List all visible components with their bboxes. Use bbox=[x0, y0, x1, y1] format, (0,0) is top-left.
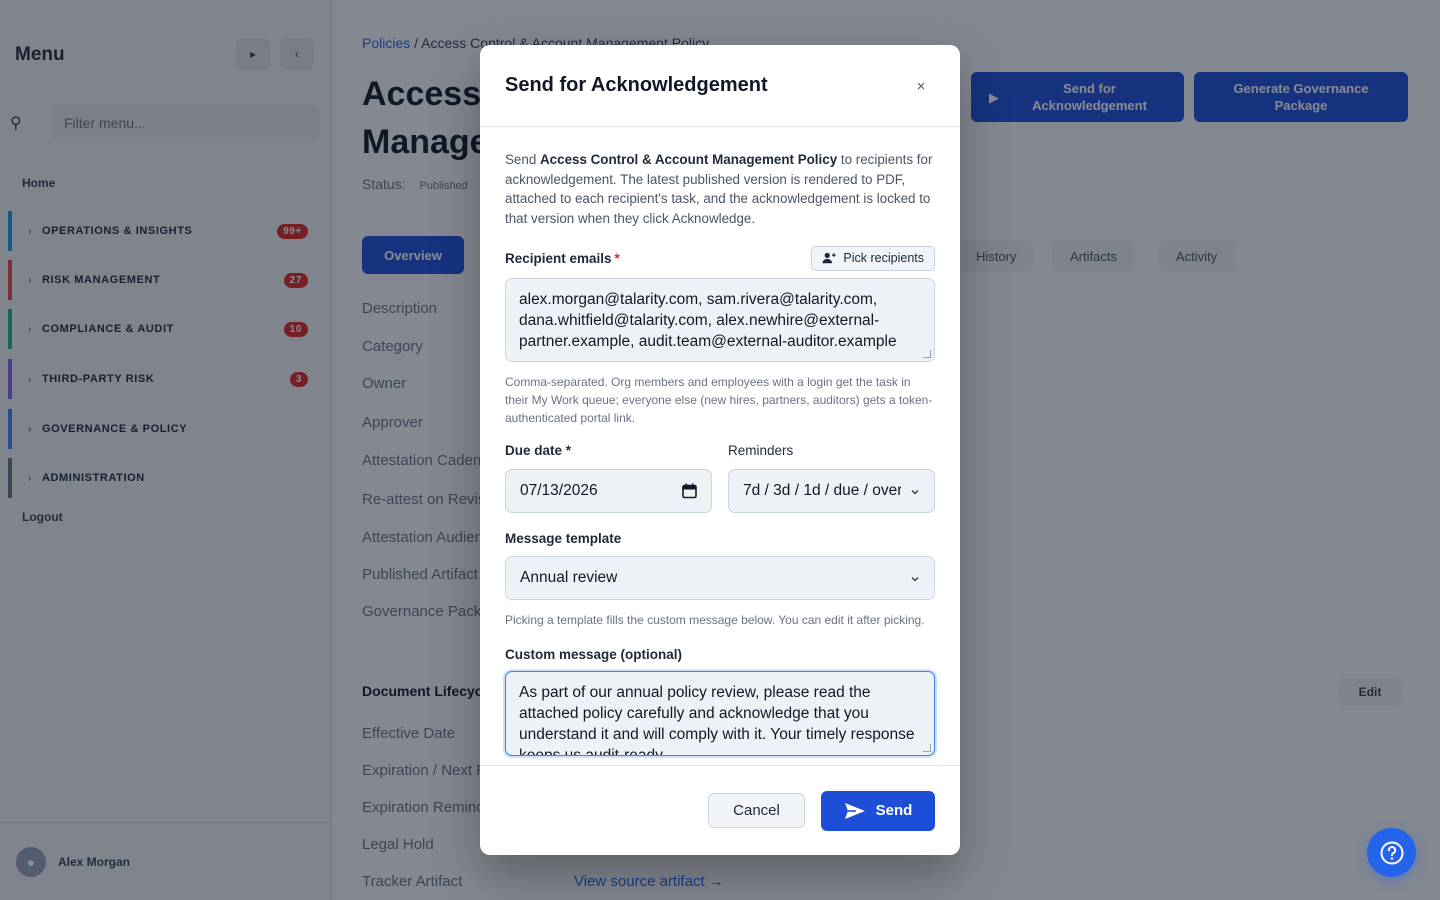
reminders-label: Reminders bbox=[728, 443, 794, 458]
custom-message-label: Custom message (optional) bbox=[505, 647, 683, 662]
reminders-value: 7d / 3d / 1d / due / overdue bbox=[743, 482, 901, 499]
pick-recipients-label: Pick recipients bbox=[843, 251, 924, 265]
dialog-header: Send for Acknowledgement × bbox=[480, 45, 960, 127]
recipients-label-row: Recipient emails * Pick recipients bbox=[505, 245, 935, 271]
dialog-intro: Send Access Control & Account Management… bbox=[505, 150, 935, 228]
recipients-hint: Comma-separated. Org members and employe… bbox=[505, 375, 933, 425]
calendar-icon[interactable] bbox=[682, 483, 697, 499]
close-icon[interactable]: × bbox=[912, 77, 930, 95]
dialog-body: Send Access Control & Account Management… bbox=[480, 128, 960, 764]
resize-handle[interactable] bbox=[923, 744, 931, 752]
template-value: Annual review bbox=[520, 569, 618, 586]
recipients-label-text: Recipient emails bbox=[505, 250, 612, 266]
reminders-group: Reminders 7d / 3d / 1d / due / overdue bbox=[728, 443, 935, 513]
recipient-emails-value: alex.morgan@talarity.com, sam.rivera@tal… bbox=[519, 291, 897, 350]
send-button[interactable]: Send bbox=[821, 790, 935, 831]
message-group: Custom message (optional) As part of our… bbox=[505, 646, 935, 756]
user-plus-icon bbox=[822, 252, 836, 264]
recipients-label: Recipient emails * bbox=[505, 251, 620, 266]
due-date-input[interactable]: 07/13/2026 bbox=[505, 469, 712, 513]
custom-message-value: As part of our annual policy review, ple… bbox=[519, 684, 915, 756]
dialog-footer: Cancel Send bbox=[480, 765, 960, 855]
custom-message-textarea[interactable]: As part of our annual policy review, ple… bbox=[505, 671, 935, 756]
dialog-title: Send for Acknowledgement bbox=[505, 74, 768, 96]
chevron-down-icon bbox=[911, 577, 919, 582]
required-mark: * bbox=[614, 250, 620, 266]
due-date-label: Due date * bbox=[505, 443, 572, 458]
due-date-group: Due date * 07/13/2026 bbox=[505, 443, 712, 513]
resize-handle[interactable] bbox=[923, 350, 931, 358]
recipient-emails-textarea[interactable]: alex.morgan@talarity.com, sam.rivera@tal… bbox=[505, 278, 935, 362]
template-label: Message template bbox=[505, 531, 622, 546]
message-template-select[interactable]: Annual review bbox=[505, 556, 935, 600]
template-hint: Picking a template fills the custom mess… bbox=[505, 613, 925, 627]
date-reminder-row: Due date * 07/13/2026 Reminders 7d / 3d … bbox=[505, 443, 935, 513]
template-group: Message template Annual review bbox=[505, 530, 935, 600]
cancel-button[interactable]: Cancel bbox=[708, 793, 805, 828]
due-date-value: 07/13/2026 bbox=[520, 482, 598, 499]
paper-plane-icon bbox=[844, 802, 865, 819]
help-button[interactable] bbox=[1367, 828, 1416, 877]
intro-text: Send bbox=[505, 152, 540, 167]
send-acknowledgement-dialog: Send for Acknowledgement × Send Access C… bbox=[480, 45, 960, 855]
pick-recipients-button[interactable]: Pick recipients bbox=[811, 245, 935, 271]
reminders-select[interactable]: 7d / 3d / 1d / due / overdue bbox=[728, 469, 935, 513]
question-circle-icon bbox=[1380, 841, 1403, 864]
chevron-down-icon bbox=[911, 490, 919, 495]
send-label: Send bbox=[875, 802, 913, 819]
policy-name: Access Control & Account Management Poli… bbox=[540, 152, 838, 167]
